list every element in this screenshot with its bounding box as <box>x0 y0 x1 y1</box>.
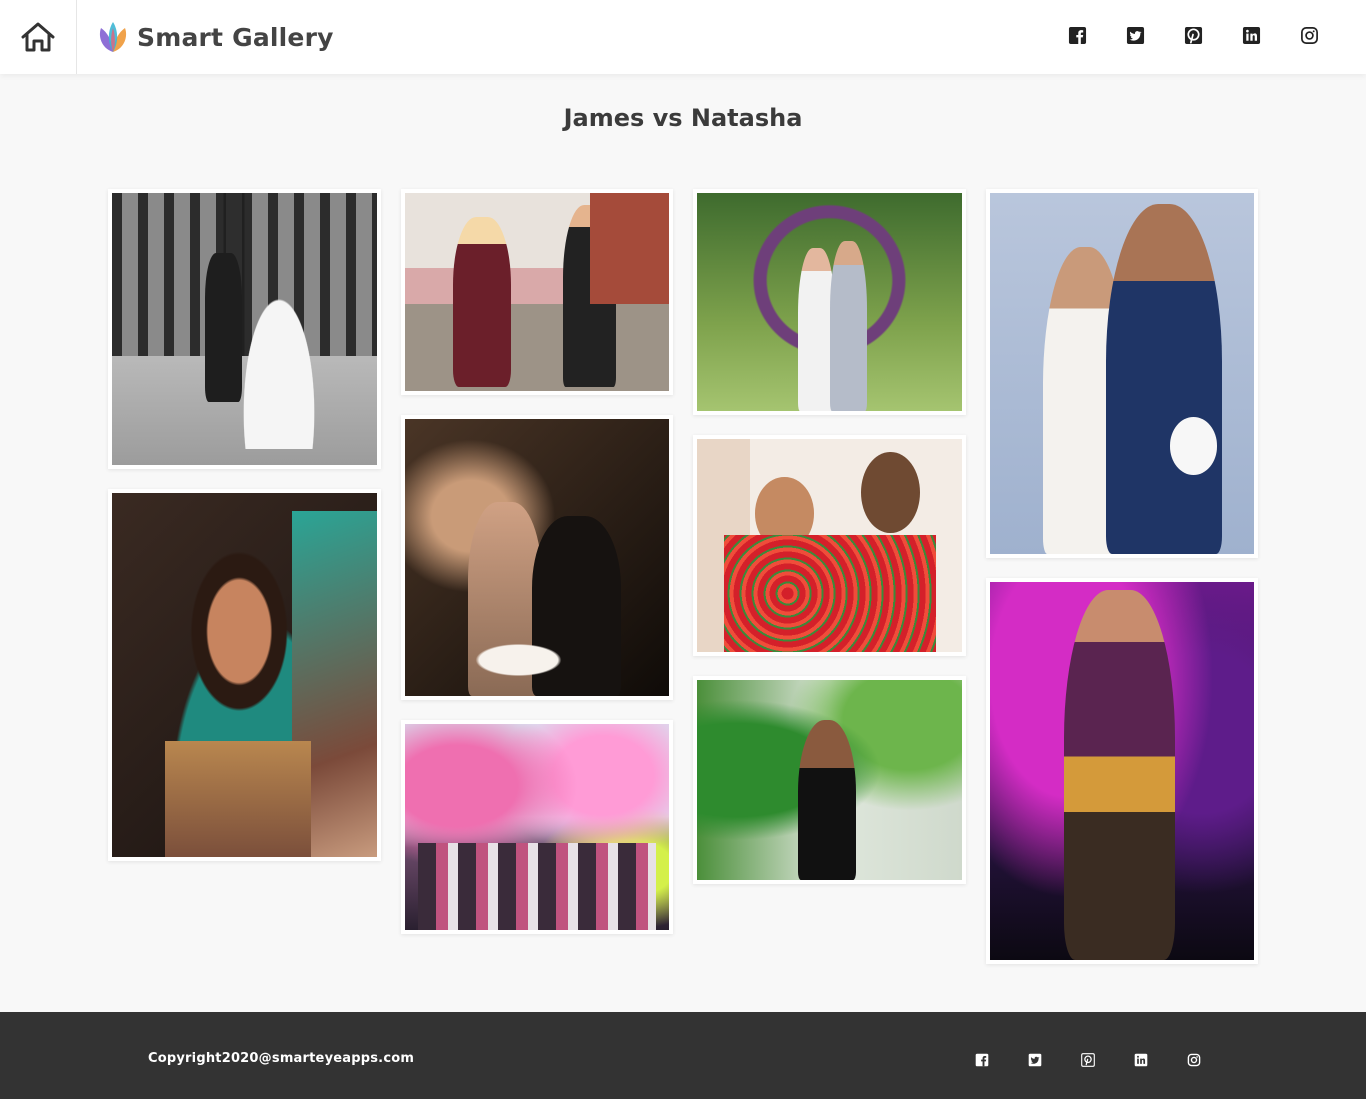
gallery-item[interactable] <box>986 578 1258 964</box>
bicycle-couple-street-photo <box>405 193 669 391</box>
gallery-item[interactable] <box>401 415 673 700</box>
brand-logo[interactable]: Smart Gallery <box>97 18 334 56</box>
linkedin-icon[interactable] <box>1241 25 1261 45</box>
gallery-item[interactable] <box>693 189 966 415</box>
gallery-item[interactable] <box>401 720 673 934</box>
facebook-icon[interactable] <box>1067 25 1087 45</box>
woman-green-leaves-photo <box>697 680 962 880</box>
instagram-icon[interactable] <box>1299 25 1319 45</box>
birthday-candles-cake-photo <box>405 419 669 696</box>
linkedin-icon[interactable] <box>1133 1052 1148 1067</box>
gallery-item[interactable] <box>108 189 381 469</box>
top-navbar: Smart Gallery <box>0 0 1366 74</box>
gallery-item[interactable] <box>108 489 381 861</box>
copyright-text: Copyright2020@smarteyeapps.com <box>148 1051 415 1066</box>
twitter-icon[interactable] <box>1125 25 1145 45</box>
gallery-item[interactable] <box>693 435 966 656</box>
floral-arch-wedding-photo <box>697 193 962 411</box>
holi-color-festival-photo <box>405 724 669 930</box>
home-button[interactable] <box>0 0 77 74</box>
brand-name: Smart Gallery <box>137 22 334 52</box>
blue-suit-couple-photo <box>990 193 1254 554</box>
pinterest-icon[interactable] <box>1080 1052 1095 1067</box>
page-title: James vs Natasha <box>563 104 803 132</box>
footer-social-links <box>974 1052 1201 1067</box>
instagram-icon[interactable] <box>1186 1052 1201 1067</box>
petal-logo-icon <box>99 22 127 52</box>
gallery-item[interactable] <box>401 189 673 395</box>
gallery-item[interactable] <box>986 189 1258 558</box>
facebook-icon[interactable] <box>974 1052 989 1067</box>
runway-model-purple-photo <box>990 582 1254 960</box>
gallery-item[interactable] <box>693 676 966 884</box>
home-icon <box>21 22 55 52</box>
header-social-links <box>1067 25 1319 45</box>
bride-teal-saree-photo <box>112 493 377 857</box>
footer: Copyright2020@smarteyeapps.com <box>0 1012 1366 1099</box>
garland-wedding-photo <box>697 439 962 652</box>
pinterest-icon[interactable] <box>1183 25 1203 45</box>
bridge-wedding-couple-photo <box>112 193 377 465</box>
twitter-icon[interactable] <box>1027 1052 1042 1067</box>
